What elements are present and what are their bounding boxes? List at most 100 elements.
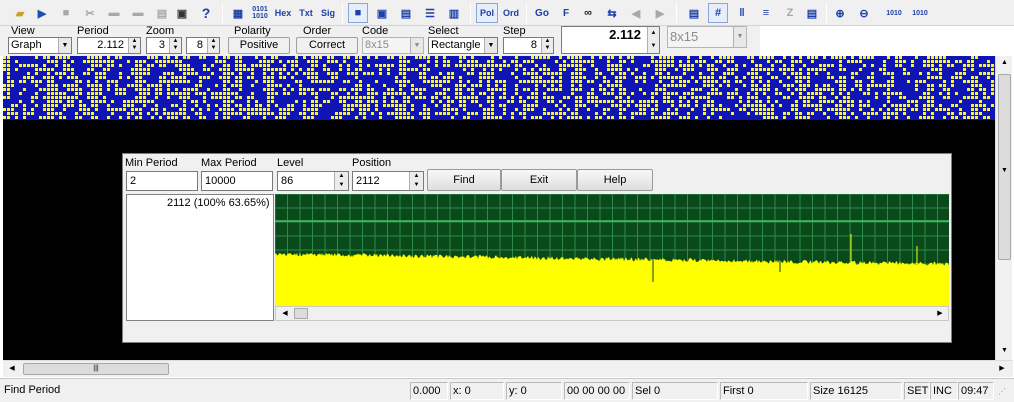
status-size: Size 16125 — [810, 382, 902, 400]
big-period-stepper[interactable]: 2.112 ▲ ▼ — [561, 26, 660, 54]
spin-arrows-icon[interactable]: ▲ ▼ — [409, 172, 423, 190]
status-set: SET — [904, 382, 930, 400]
spin-arrows-icon[interactable]: ▲ ▼ — [647, 27, 659, 53]
vertical-scrollbar[interactable]: ▲ ▼ ▼ — [995, 56, 1012, 360]
view-rows-icon[interactable]: ☰ — [420, 3, 440, 23]
toolbar-separator — [342, 3, 343, 23]
cut-icon[interactable]: ✂ — [80, 3, 100, 23]
toolbar: ▰ ▶ ■ ✂ ▬ ▬ ▤ ▣ ? ▦ 0101 1010 Hex Txt Si… — [0, 0, 1014, 26]
code-select[interactable]: 8x15 ▼ — [362, 37, 424, 54]
code-label: Code — [362, 25, 389, 37]
result-item[interactable]: 2112 (100% 63.65%) — [167, 197, 270, 209]
level-stepper[interactable]: 86 ▲ ▼ — [277, 171, 349, 191]
binoculars-icon[interactable]: ∞ — [578, 3, 598, 23]
polarity-button[interactable]: Pol — [476, 3, 498, 23]
status-message: Find Period — [4, 384, 61, 396]
order-button[interactable]: Ord — [500, 3, 522, 23]
view-box-icon[interactable]: ▤ — [396, 3, 416, 23]
view-select[interactable]: Graph ▼ — [8, 37, 72, 54]
open-icon[interactable]: ▰ — [10, 3, 30, 23]
zoom-in-icon[interactable]: ⊕ — [830, 3, 850, 23]
scroll-left-icon[interactable]: ◀ — [5, 362, 19, 376]
select-label: Select — [428, 25, 459, 37]
find-button[interactable]: Find — [427, 169, 501, 191]
back-arrow-icon[interactable]: ◀ — [626, 3, 646, 23]
find-f-button[interactable]: F — [556, 3, 576, 23]
period-stepper[interactable]: 2.112 ▲ ▼ — [77, 37, 141, 54]
horizontal-scroll-thumb[interactable]: ||| — [23, 363, 169, 375]
zoom-out-icon[interactable]: ⊖ — [854, 3, 874, 23]
columns-icon[interactable]: ▤ — [684, 3, 704, 23]
italic-icon[interactable]: Z — [780, 3, 800, 23]
screenshot-icon[interactable]: ▣ — [172, 3, 192, 23]
period-label: Period — [77, 25, 109, 37]
document-icon[interactable]: ▤ — [802, 3, 822, 23]
help-icon[interactable]: ? — [196, 3, 216, 23]
polarity-label: Polarity — [234, 25, 271, 37]
scroll-down-icon-mid[interactable]: ▼ — [998, 164, 1011, 178]
graph-scroll-thumb[interactable] — [294, 308, 308, 319]
scroll-down-icon[interactable]: ▼ — [998, 344, 1011, 358]
status-y: y: 0 — [506, 382, 562, 400]
toolbar-separator — [526, 3, 527, 23]
status-value: 0.000 — [410, 382, 448, 400]
level-label: Level — [277, 157, 304, 169]
spin-arrows-icon[interactable]: ▲ ▼ — [169, 38, 181, 53]
view-graph-icon[interactable]: ■ — [348, 3, 368, 23]
bit-grid-view[interactable] — [3, 56, 995, 120]
go-button[interactable]: Go — [532, 3, 552, 23]
page-icon[interactable]: ▦ — [228, 3, 248, 23]
spin-arrows-icon[interactable]: ▲ ▼ — [128, 38, 140, 53]
max-period-label: Max Period — [201, 157, 257, 169]
view-value: Graph — [11, 39, 42, 51]
period-graph[interactable] — [275, 194, 949, 306]
spin-arrows-icon[interactable]: ▲ ▼ — [334, 172, 348, 190]
resize-grip-icon[interactable]: ⋰ — [998, 387, 1010, 399]
scroll-left-icon[interactable]: ◀ — [279, 307, 291, 320]
font-size-select[interactable]: 8x15 ▼ — [667, 26, 747, 48]
replace-icon[interactable]: ⇆ — [602, 3, 622, 23]
graph-horizontal-scrollbar[interactable]: ◀ ▶ — [275, 306, 949, 321]
copy-icon[interactable]: ▬ — [104, 3, 124, 23]
zoom-stepper-b[interactable]: 8 ▲ ▼ — [186, 37, 220, 54]
bin-mode-button[interactable]: 0101 1010 — [250, 3, 270, 23]
polarity-button-field[interactable]: Positive — [228, 37, 290, 54]
position-stepper[interactable]: 2112 ▲ ▼ — [352, 171, 424, 191]
result-list[interactable]: 2112 (100% 63.65%) — [126, 194, 274, 321]
level-value: 86 — [281, 175, 294, 187]
view-list-icon[interactable]: ▣ — [372, 3, 392, 23]
zoom-stepper-a[interactable]: 3 ▲ ▼ — [146, 37, 182, 54]
bars-icon[interactable]: ‖ — [732, 3, 752, 23]
min-period-input[interactable]: 2 — [126, 171, 198, 191]
scroll-right-icon[interactable]: ▶ — [995, 362, 1009, 376]
exit-button[interactable]: Exit — [501, 169, 577, 191]
scroll-right-icon[interactable]: ▶ — [934, 307, 946, 320]
help-button[interactable]: Help — [577, 169, 653, 191]
grid-icon[interactable]: # — [708, 3, 728, 23]
scroll-up-icon[interactable]: ▲ — [998, 56, 1011, 70]
paste-icon[interactable]: ▬ — [128, 3, 148, 23]
horizontal-scrollbar[interactable]: ◀ ||| ▶ — [3, 360, 1013, 377]
spin-arrows-icon[interactable]: ▲ ▼ — [207, 38, 219, 53]
toolbar-separator — [222, 3, 223, 23]
txt-mode-button[interactable]: Txt — [296, 3, 316, 23]
reload-icon[interactable]: ▶ — [32, 3, 52, 23]
clipboard-icon[interactable]: ▤ — [152, 3, 172, 23]
bits-left-icon[interactable]: 1010 — [884, 3, 904, 23]
chevron-down-icon: ▼ — [733, 27, 746, 47]
step-stepper[interactable]: 8 ▲ ▼ — [503, 37, 554, 54]
step-value: 8 — [530, 39, 537, 51]
hex-mode-button[interactable]: Hex — [272, 3, 294, 23]
align-icon[interactable]: ≡ — [756, 3, 776, 23]
bits-right-icon[interactable]: 1010 — [910, 3, 930, 23]
order-button-field[interactable]: Correct — [296, 37, 358, 54]
save-icon[interactable]: ■ — [56, 3, 76, 23]
forward-arrow-icon[interactable]: ▶ — [650, 3, 670, 23]
select-mode-select[interactable]: Rectangle ▼ — [428, 37, 498, 54]
min-period-label: Min Period — [125, 157, 178, 169]
max-period-input[interactable]: 10000 — [201, 171, 273, 191]
status-bar: Find Period 0.000 x: 0 y: 0 00 00 00 00 … — [0, 378, 1014, 402]
view-columns-icon[interactable]: ▥ — [444, 3, 464, 23]
sig-mode-button[interactable]: Sig — [318, 3, 338, 23]
spin-arrows-icon[interactable]: ▲ ▼ — [541, 38, 553, 53]
